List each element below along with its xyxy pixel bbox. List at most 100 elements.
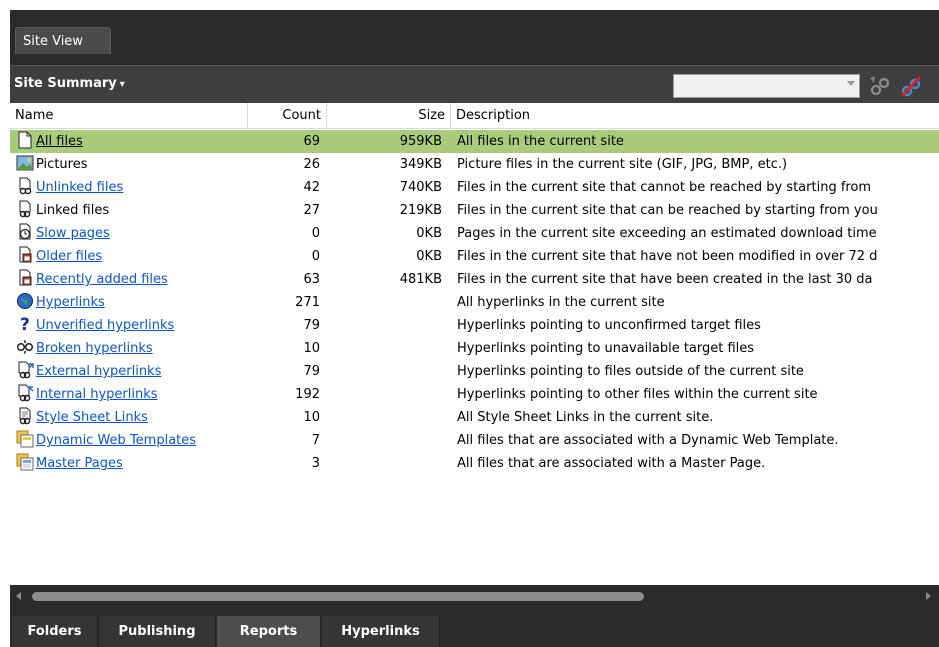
report-name-style-sheet-links[interactable]: Style Sheet Links [36, 410, 148, 425]
report-name-unverified-hyperlinks[interactable]: Unverified hyperlinks [36, 318, 174, 333]
report-name-cell: Linked files [16, 199, 248, 222]
report-name-cell: Style Sheet Links [16, 406, 248, 429]
report-description: Hyperlinks pointing to unavailable targe… [457, 341, 755, 356]
clock-icon [19, 223, 31, 240]
report-count: 27 [303, 203, 320, 218]
report-count: 79 [303, 318, 320, 333]
report-name-older-files[interactable]: Older files [36, 249, 102, 264]
report-row-style-sheet-links[interactable]: Style Sheet Links 10 All Style Sheet Lin… [10, 406, 939, 429]
report-count: 69 [303, 134, 320, 149]
site-summary-label: Site Summary [14, 76, 117, 91]
report-row-unlinked-files[interactable]: Unlinked files 42 740KB Files in the cur… [10, 176, 939, 199]
report-name-master-pages[interactable]: Master Pages [36, 456, 123, 471]
report-size [330, 314, 442, 337]
report-row-unverified-hyperlinks[interactable]: ? Unverified hyperlinks 79 Hyperlinks poi… [10, 314, 939, 337]
globe-icon [17, 293, 33, 309]
report-count: 7 [311, 433, 320, 448]
scroll-left-arrow-icon[interactable] [16, 592, 21, 600]
calendar-file-icon [19, 246, 32, 263]
report-size: 959KB [399, 134, 442, 149]
edit-hyperlink-icon[interactable] [898, 74, 924, 100]
report-name-cell: Pictures [16, 153, 248, 176]
report-count: 63 [303, 272, 320, 287]
report-row-all-files[interactable]: All files 69 959KB All files in the curr… [10, 130, 939, 153]
report-name-broken-hyperlinks[interactable]: Broken hyperlinks [36, 341, 153, 356]
scroll-right-arrow-icon[interactable] [926, 592, 931, 600]
unlinked-files-icon [19, 177, 32, 195]
report-description: Files in the current site that have not … [457, 249, 878, 264]
report-description: All files in the current site [457, 134, 624, 149]
report-row-linked-files[interactable]: Linked files 27 219KB Files in the curre… [10, 199, 939, 222]
stylesheet-link-icon [19, 407, 31, 425]
report-name-recently-added-files[interactable]: Recently added files [36, 272, 168, 287]
tab-publishing[interactable]: Publishing [99, 616, 216, 647]
document-tab-strip: Site View [10, 10, 939, 65]
report-size: 740KB [399, 180, 442, 195]
report-name-pictures: Pictures [36, 157, 88, 172]
site-view-tab[interactable]: Site View [15, 27, 111, 54]
report-size [330, 383, 442, 406]
report-description: Hyperlinks pointing to other files withi… [457, 387, 818, 402]
column-header-name[interactable]: Name [10, 103, 248, 129]
report-row-internal-hyperlinks[interactable]: Internal hyperlinks 192 Hyperlinks point… [10, 383, 939, 406]
site-view-panel: Site View Site Summary ▾ Name Count Size … [10, 10, 939, 647]
report-name-external-hyperlinks[interactable]: External hyperlinks [36, 364, 161, 379]
report-count: 10 [303, 341, 320, 356]
column-header-description[interactable]: Description [451, 103, 939, 129]
report-name-cell: External hyperlinks [16, 360, 248, 383]
report-name-cell: Older files [16, 245, 248, 268]
picture-icon [16, 155, 34, 171]
column-header-count[interactable]: Count [248, 103, 327, 129]
site-summary-report: Name Count Size Description All files 69… [10, 103, 939, 585]
svg-text:?: ? [20, 315, 30, 333]
report-description: All hyperlinks in the current site [457, 295, 665, 310]
external-link-icon [18, 361, 34, 379]
report-size [330, 291, 442, 314]
report-row-older-files[interactable]: Older files 0 0KB Files in the current s… [10, 245, 939, 268]
report-name-linked-files: Linked files [36, 203, 110, 218]
report-name-internal-hyperlinks[interactable]: Internal hyperlinks [36, 387, 158, 402]
report-description: Hyperlinks pointing to files outside of … [457, 364, 804, 379]
report-name-slow-pages[interactable]: Slow pages [36, 226, 110, 241]
report-size: 349KB [399, 157, 442, 172]
site-summary-dropdown[interactable]: Site Summary ▾ [14, 76, 125, 91]
column-header-size[interactable]: Size [327, 103, 451, 129]
tab-hyperlinks[interactable]: Hyperlinks [322, 616, 440, 647]
report-name-unlinked-files[interactable]: Unlinked files [36, 180, 123, 195]
linked-files-icon [19, 200, 31, 218]
report-description: All files that are associated with a Dyn… [457, 433, 839, 448]
calendar-file-icon [19, 269, 32, 286]
report-row-dynamic-web-templates[interactable]: Dynamic Web Templates 7 All files that a… [10, 429, 939, 452]
report-row-pictures[interactable]: Pictures 26 349KB Picture files in the c… [10, 153, 939, 176]
report-count: 192 [295, 387, 320, 402]
scroll-thumb[interactable] [32, 592, 644, 601]
report-setting-combo[interactable] [673, 74, 860, 98]
report-row-hyperlinks[interactable]: Hyperlinks 271 All hyperlinks in the cur… [10, 291, 939, 314]
report-row-master-pages[interactable]: Master Pages 3 All files that are associ… [10, 452, 939, 475]
report-name-dynamic-web-templates[interactable]: Dynamic Web Templates [36, 433, 196, 448]
report-name-all-files[interactable]: All files [36, 134, 83, 149]
combo-chevron-down-icon[interactable] [847, 81, 855, 86]
report-row-external-hyperlinks[interactable]: External hyperlinks 79 Hyperlinks pointi… [10, 360, 939, 383]
report-row-recently-added-files[interactable]: Recently added files 63 481KB Files in t… [10, 268, 939, 291]
verify-hyperlinks-icon[interactable] [867, 74, 893, 100]
report-size: 0KB [416, 226, 442, 241]
question-icon: ? [20, 315, 30, 333]
report-row-broken-hyperlinks[interactable]: Broken hyperlinks 10 Hyperlinks pointing… [10, 337, 939, 360]
report-name-hyperlinks[interactable]: Hyperlinks [36, 295, 105, 310]
report-count: 3 [311, 456, 320, 471]
report-size: 219KB [399, 203, 442, 218]
report-name-cell: ? Unverified hyperlinks [16, 314, 248, 337]
report-count: 0 [311, 226, 320, 241]
horizontal-scrollbar[interactable] [10, 586, 939, 606]
tab-folders[interactable]: Folders [12, 616, 98, 647]
master-page-icon [16, 453, 34, 471]
report-name-cell: Slow pages [16, 222, 248, 245]
report-size: 481KB [399, 272, 442, 287]
report-description: All Style Sheet Links in the current sit… [457, 410, 714, 425]
report-description: Files in the current site that have been… [457, 272, 873, 287]
report-name-cell: Internal hyperlinks [16, 383, 248, 406]
report-row-slow-pages[interactable]: Slow pages 0 0KB Pages in the current si… [10, 222, 939, 245]
tab-reports[interactable]: Reports [217, 616, 321, 647]
report-size [330, 429, 442, 452]
